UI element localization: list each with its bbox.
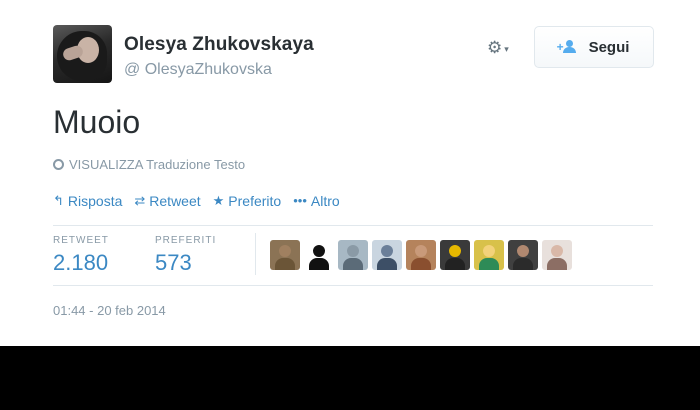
more-icon: ••• [293, 193, 307, 208]
avatar[interactable] [53, 25, 112, 83]
favoriter-avatar[interactable] [304, 240, 334, 270]
stats-separator [255, 233, 256, 275]
retweet-button[interactable]: ⇄ Retweet [134, 193, 200, 209]
more-button[interactable]: ••• Altro [293, 193, 339, 209]
reply-icon: ↰ [53, 193, 64, 208]
timestamp[interactable]: 01:44 - 20 feb 2014 [53, 303, 166, 318]
reply-label: Risposta [67, 193, 123, 209]
favoriter-avatar[interactable] [406, 240, 436, 270]
retweet-count: 2.180 [53, 250, 109, 275]
follow-person-icon: + [557, 40, 581, 54]
tweet-card: Olesya Zhukovskaya @ OlesyaZhukovska ⚙ ▾ … [0, 0, 700, 346]
tweet-text: Muoio [53, 104, 141, 140]
favorite-label: Preferito [228, 193, 282, 209]
favorite-button[interactable]: ★ Preferito [213, 193, 282, 209]
follow-button[interactable]: + Segui [534, 26, 654, 68]
black-bar [0, 346, 700, 410]
retweet-stat-label: RETWEET [53, 235, 109, 246]
favorites-count: 573 [155, 250, 192, 275]
favoriter-avatar[interactable] [338, 240, 368, 270]
favorites-stat[interactable]: PREFERITI 573 [155, 235, 216, 276]
follow-label: Segui [588, 38, 630, 56]
favoriter-avatar[interactable] [542, 240, 572, 270]
divider [53, 225, 653, 226]
reply-button[interactable]: ↰ Risposta [53, 193, 122, 209]
divider [53, 285, 653, 286]
globe-icon [53, 159, 64, 170]
favoriter-avatar[interactable] [508, 240, 538, 270]
tweet-actions: ↰ Risposta ⇄ Retweet ★ Preferito ••• Alt… [53, 193, 340, 209]
more-label: Altro [310, 193, 340, 209]
translate-link[interactable]: VISUALIZZA Traduzione Testo [53, 157, 245, 172]
retweet-stat[interactable]: RETWEET 2.180 [53, 235, 109, 276]
translate-label: VISUALIZZA Traduzione Testo [69, 157, 246, 172]
author-handle[interactable]: @ OlesyaZhukovska [124, 61, 272, 79]
favoriters-avatars [270, 240, 572, 270]
favoriter-avatar[interactable] [440, 240, 470, 270]
favoriter-avatar[interactable] [372, 240, 402, 270]
favorites-stat-label: PREFERITI [155, 235, 217, 246]
favoriter-avatar[interactable] [270, 240, 300, 270]
author-name[interactable]: Olesya Zhukovskaya [124, 34, 314, 56]
retweet-icon: ⇄ [134, 193, 146, 208]
favoriter-avatar[interactable] [474, 240, 504, 270]
gear-menu-button[interactable]: ⚙ ▾ [487, 37, 523, 59]
retweet-label: Retweet [149, 193, 201, 209]
gear-icon: ⚙ [487, 38, 503, 57]
star-icon: ★ [212, 193, 225, 208]
chevron-down-icon: ▾ [504, 43, 509, 54]
